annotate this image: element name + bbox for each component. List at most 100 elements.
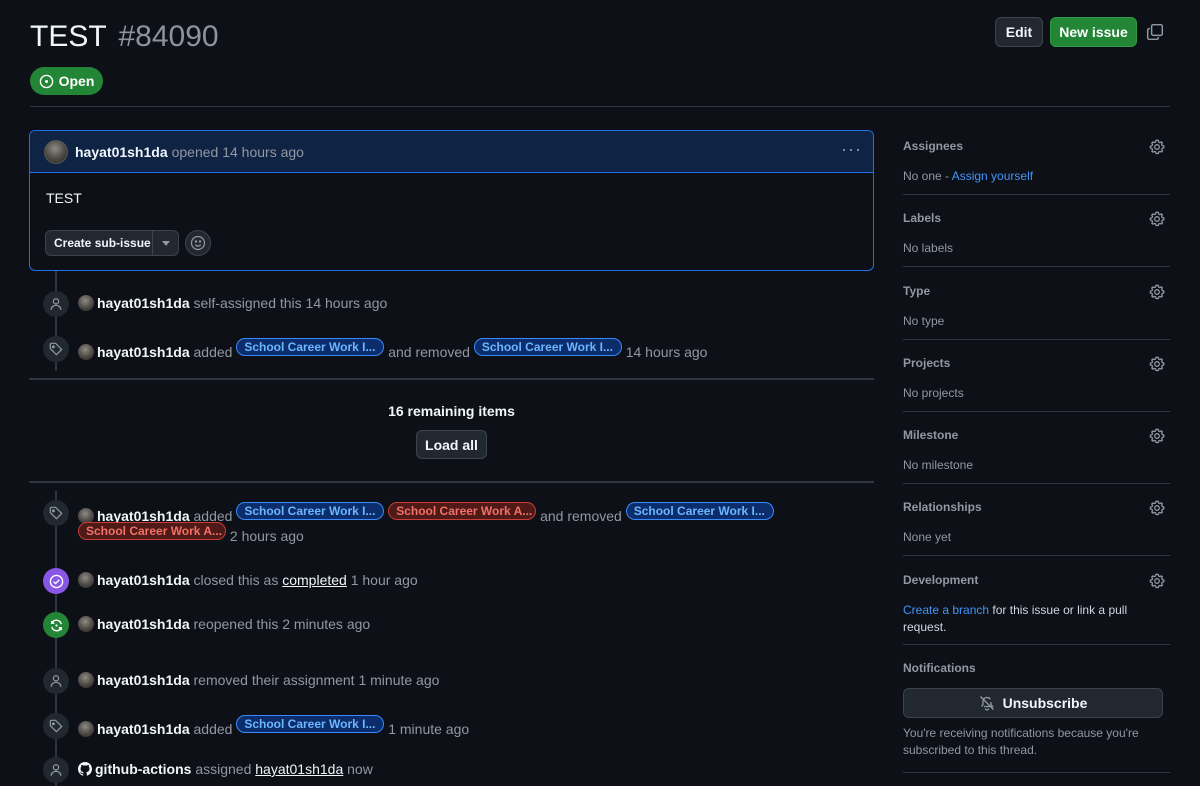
smiley-icon[interactable] (185, 230, 211, 256)
label-badge[interactable]: School Career Work I... (236, 502, 385, 520)
label-badge[interactable]: School Career Work I... (625, 502, 774, 520)
avatar[interactable] (78, 572, 94, 588)
event-time[interactable]: 1 hour ago (351, 572, 418, 588)
avatar[interactable] (78, 295, 94, 311)
gear-icon[interactable] (1149, 211, 1165, 227)
comment-body: TEST (46, 190, 82, 206)
event-text: reopened this 2 minutes ago (193, 616, 371, 632)
load-all-button[interactable]: Load all (416, 430, 487, 459)
label-badge[interactable]: School Career Work A... (78, 522, 226, 540)
issue-comment: hayat01sh1da opened 14 hours ago ··· TES… (29, 130, 874, 271)
gear-icon[interactable] (1149, 356, 1165, 372)
tag-icon (43, 336, 69, 362)
gear-icon[interactable] (1149, 284, 1165, 300)
event-text: removed their assignment 1 minute ago (193, 672, 440, 688)
avatar[interactable] (78, 721, 94, 737)
github-logo-icon (78, 762, 93, 776)
kebab-menu-icon[interactable]: ··· (841, 140, 861, 162)
sidebar-development-title: Development (903, 573, 979, 587)
gear-icon[interactable] (1149, 500, 1165, 516)
sidebar-divider (903, 266, 1170, 267)
header-divider (30, 106, 1170, 107)
edit-button[interactable]: Edit (995, 17, 1043, 47)
comment-author[interactable]: hayat01sh1da (75, 144, 168, 160)
event-actor[interactable]: github-actions (95, 761, 191, 777)
label-badge[interactable]: School Career Work I... (236, 715, 385, 733)
avatar[interactable] (78, 672, 94, 688)
sidebar-development-value: Create a branch for this issue or link a… (903, 602, 1143, 636)
event-time[interactable]: 2 hours ago (230, 528, 304, 544)
sidebar-divider (903, 483, 1170, 484)
create-sub-issue-button[interactable]: Create sub-issue (45, 230, 179, 256)
avatar[interactable] (78, 616, 94, 632)
event-time[interactable]: 14 hours ago (626, 344, 708, 360)
gear-icon[interactable] (1149, 139, 1165, 155)
event-verb-added: added (193, 721, 233, 737)
timeline-divider (29, 378, 874, 380)
label-badge[interactable]: School Career Work I... (236, 338, 385, 356)
sidebar-labels: Labels No labels (903, 211, 1170, 257)
issue-title: TEST #84090 (30, 18, 219, 56)
sidebar-labels-value: No labels (903, 241, 954, 255)
sidebar-notifications: Notifications (903, 661, 1170, 675)
event-actor[interactable]: hayat01sh1da (97, 616, 190, 632)
sidebar-projects: Projects No projects (903, 356, 1170, 402)
copy-icon[interactable] (1146, 23, 1164, 41)
sidebar-assignees-value: No one - Assign yourself (903, 168, 1170, 185)
event-actor[interactable]: hayat01sh1da (97, 295, 190, 311)
assign-yourself-link[interactable]: Assign yourself (952, 169, 1033, 183)
label-badge[interactable]: School Career Work I... (473, 338, 622, 356)
timeline-event-unassigned: hayat01sh1da removed their assignment 1 … (78, 670, 439, 690)
sidebar-assignees-title: Assignees (903, 139, 964, 153)
timeline-event-self-assigned: hayat01sh1da self-assigned this 14 hours… (78, 293, 387, 313)
sidebar-relationships: Relationships None yet (903, 500, 1170, 546)
event-actor[interactable]: hayat01sh1da (97, 721, 190, 737)
issue-number: #84090 (118, 20, 219, 53)
gear-icon[interactable] (1149, 573, 1165, 589)
event-actor[interactable]: hayat01sh1da (97, 672, 190, 688)
event-actor[interactable]: hayat01sh1da (97, 572, 190, 588)
create-branch-link[interactable]: Create a branch (903, 603, 989, 617)
completed-link[interactable]: completed (282, 572, 347, 588)
person-icon (43, 668, 69, 694)
timeline-event-assigned: github-actions assigned hayat01sh1da now (78, 759, 373, 779)
sidebar-divider (903, 411, 1170, 412)
event-verb-removed: and removed (388, 344, 470, 360)
event-time[interactable]: 1 minute ago (388, 721, 469, 737)
event-text: closed this as (193, 572, 279, 588)
label-badge[interactable]: School Career Work A... (388, 502, 537, 520)
avatar[interactable] (44, 139, 68, 164)
sidebar-milestone-title: Milestone (903, 428, 959, 442)
sidebar-labels-title: Labels (903, 211, 942, 225)
avatar[interactable] (78, 344, 94, 360)
timeline-event-labeled-cont: School Career Work A... 2 hours ago (78, 522, 304, 546)
event-actor[interactable]: hayat01sh1da (97, 344, 190, 360)
person-icon (43, 757, 69, 783)
comment-header: hayat01sh1da opened 14 hours ago ··· (30, 131, 873, 173)
timeline-event-labeled: hayat01sh1da added School Career Work I.… (78, 715, 469, 739)
sidebar-projects-value: No projects (903, 386, 964, 400)
chevron-down-icon[interactable] (153, 231, 178, 255)
gear-icon[interactable] (1149, 428, 1165, 444)
comment-meta: opened 14 hours ago (171, 143, 304, 160)
sidebar-projects-title: Projects (903, 356, 951, 370)
sidebar-milestone-value: No milestone (903, 458, 974, 472)
issue-title-text: TEST (30, 20, 107, 53)
assignee-link[interactable]: hayat01sh1da (255, 761, 343, 777)
timeline-line (55, 491, 57, 786)
unsubscribe-button[interactable]: Unsubscribe (903, 688, 1163, 718)
sidebar-type: Type No type (903, 284, 1170, 330)
event-time[interactable]: now (347, 761, 373, 777)
sidebar-relationships-title: Relationships (903, 500, 982, 514)
sidebar-relationships-value: None yet (903, 530, 952, 544)
unsubscribe-label: Unsubscribe (1002, 695, 1088, 711)
notification-reason: You're receiving notifications because y… (903, 726, 1139, 757)
create-sub-issue-label[interactable]: Create sub-issue (46, 231, 153, 255)
new-issue-button[interactable]: New issue (1050, 17, 1137, 47)
sidebar-assignees: Assignees No one - Assign yourself (903, 139, 1170, 185)
sidebar-divider (903, 194, 1170, 195)
event-verb-added: added (193, 344, 233, 360)
timeline-divider (29, 481, 874, 483)
sidebar-development: Development Create a branch for this iss… (903, 573, 1170, 636)
tag-icon (43, 500, 69, 526)
